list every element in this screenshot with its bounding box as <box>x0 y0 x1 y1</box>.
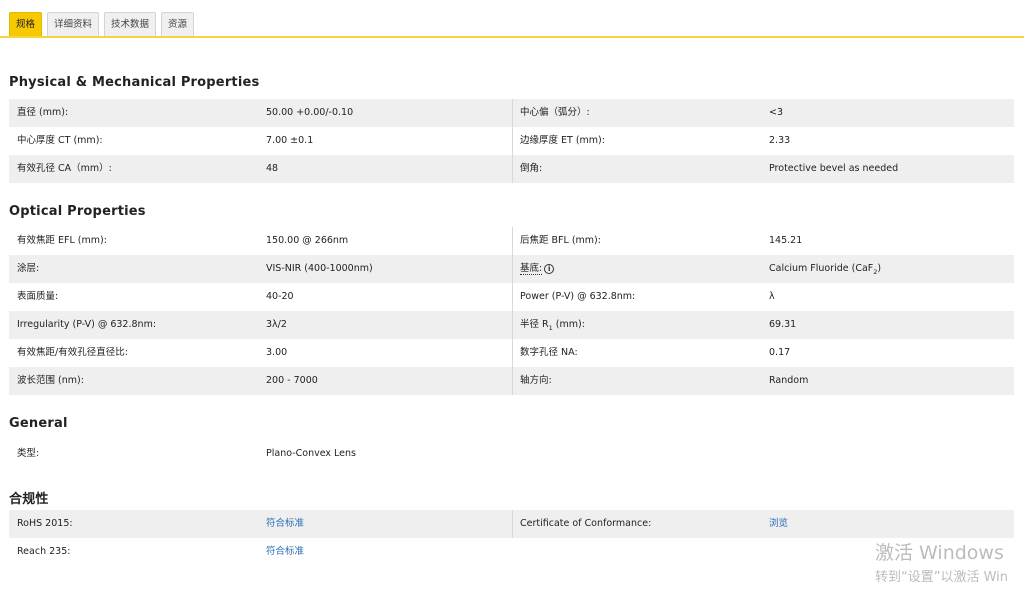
spec-value: Plano-Convex Lens <box>266 448 356 459</box>
certificate-view-link[interactable]: 浏览 <box>769 510 788 538</box>
column-divider <box>512 227 513 255</box>
column-divider <box>512 510 513 538</box>
spec-value: <3 <box>769 107 784 118</box>
spec-label: 有效焦距/有效孔径直径比: <box>17 347 128 358</box>
tab-details[interactable]: 详细资料 <box>47 12 100 36</box>
spec-value: 145.21 <box>769 235 803 246</box>
spec-value: 0.17 <box>769 347 791 358</box>
spec-value: 48 <box>266 163 279 174</box>
column-divider <box>512 283 513 311</box>
spec-value: VIS-NIR (400-1000nm) <box>266 263 373 274</box>
radius-label-end: (mm): <box>552 319 585 330</box>
table-row: Irregularity (P-V) @ 632.8nm: 3λ/2 半径 R1… <box>9 311 1014 339</box>
spec-value: 3λ/2 <box>266 319 287 330</box>
substrate-value-end: ) <box>877 263 882 274</box>
spec-label: Irregularity (P-V) @ 632.8nm: <box>17 319 157 330</box>
tab-specs[interactable]: 规格 <box>9 12 43 36</box>
section-title-compliance: 合规性 <box>9 492 49 507</box>
spec-label: 中心厚度 CT (mm): <box>17 135 103 146</box>
spec-value: 7.00 ±0.1 <box>266 135 314 146</box>
table-row: 直径 (mm): 50.00 +0.00/-0.10 中心偏（弧分）: <3 <box>9 99 1014 127</box>
table-row: 类型: Plano-Convex Lens <box>9 440 1014 468</box>
info-icon[interactable]: i <box>544 263 555 274</box>
column-divider <box>512 127 513 155</box>
column-divider <box>512 155 513 183</box>
spec-label: 直径 (mm): <box>17 107 69 118</box>
spec-value: Random <box>769 375 809 386</box>
table-row: RoHS 2015: 符合标准 Certificate of Conforman… <box>9 510 1014 538</box>
compliance-table: RoHS 2015: 符合标准 Certificate of Conforman… <box>9 510 1014 566</box>
optical-table: 有效焦距 EFL (mm): 150.00 @ 266nm 后焦距 BFL (m… <box>9 227 1014 395</box>
radius-label: 半径 R <box>520 319 549 330</box>
spec-label: 表面质量: <box>17 291 59 302</box>
spec-value: λ <box>769 291 775 302</box>
spec-value: 3.00 <box>266 347 288 358</box>
spec-label: Certificate of Conformance: <box>520 518 652 529</box>
spec-label: 基底: i <box>520 255 555 283</box>
section-title-general: General <box>9 416 68 431</box>
tab-underline <box>0 36 1024 38</box>
spec-label: 涂层: <box>17 263 40 274</box>
spec-value: 200 - 7000 <box>266 375 318 386</box>
spec-label: 类型: <box>17 448 40 459</box>
spec-label: 轴方向: <box>520 375 552 386</box>
general-table: 类型: Plano-Convex Lens <box>9 440 1014 468</box>
spec-label: 边缘厚度 ET (mm): <box>520 135 605 146</box>
table-row: 表面质量: 40-20 Power (P-V) @ 632.8nm: λ <box>9 283 1014 311</box>
windows-activation-hint: 转到“设置”以激活 Win <box>875 570 1009 585</box>
spec-label: 有效孔径 CA（mm）: <box>17 163 112 174</box>
windows-activation-watermark: 激活 Windows <box>875 542 1004 564</box>
tab-resources[interactable]: 资源 <box>161 12 195 36</box>
rohs-compliance-link[interactable]: 符合标准 <box>266 510 304 538</box>
spec-label: 数字孔径 NA: <box>520 347 578 358</box>
section-title-physical: Physical & Mechanical Properties <box>9 75 260 90</box>
spec-label: 后焦距 BFL (mm): <box>520 235 601 246</box>
column-divider <box>512 255 513 283</box>
spec-value: 40-20 <box>266 291 294 302</box>
column-divider <box>512 99 513 127</box>
table-row: 中心厚度 CT (mm): 7.00 ±0.1 边缘厚度 ET (mm): 2.… <box>9 127 1014 155</box>
spec-value: Protective bevel as needed <box>769 163 899 174</box>
spec-value: Calcium Fluoride (CaF2) <box>769 255 881 283</box>
spec-label: 半径 R1 (mm): <box>520 311 585 339</box>
substrate-label: 基底: <box>520 263 543 275</box>
spec-value: 50.00 +0.00/-0.10 <box>266 107 354 118</box>
substrate-value: Calcium Fluoride (CaF <box>769 263 874 274</box>
table-row: 有效孔径 CA（mm）: 48 倒角: Protective bevel as … <box>9 155 1014 183</box>
physical-table: 直径 (mm): 50.00 +0.00/-0.10 中心偏（弧分）: <3 中… <box>9 99 1014 183</box>
table-row: 波长范围 (nm): 200 - 7000 轴方向: Random <box>9 367 1014 395</box>
spec-label: Reach 235: <box>17 546 71 557</box>
spec-value: 2.33 <box>769 135 791 146</box>
spec-label: 有效焦距 EFL (mm): <box>17 235 107 246</box>
column-divider <box>512 367 513 395</box>
spec-value: 150.00 @ 266nm <box>266 235 349 246</box>
tab-technical-data[interactable]: 技术数据 <box>104 12 157 36</box>
table-row: 有效焦距/有效孔径直径比: 3.00 数字孔径 NA: 0.17 <box>9 339 1014 367</box>
table-row: 有效焦距 EFL (mm): 150.00 @ 266nm 后焦距 BFL (m… <box>9 227 1014 255</box>
tab-bar: 规格 详细资料 技术数据 资源 <box>9 12 195 37</box>
spec-label: RoHS 2015: <box>17 518 73 529</box>
spec-label: 波长范围 (nm): <box>17 375 84 386</box>
table-row: Reach 235: 符合标准 <box>9 538 1014 566</box>
spec-label: Power (P-V) @ 632.8nm: <box>520 291 636 302</box>
spec-label: 中心偏（弧分）: <box>520 107 590 118</box>
column-divider <box>512 339 513 367</box>
spec-label: 倒角: <box>520 163 543 174</box>
column-divider <box>512 311 513 339</box>
spec-value: 69.31 <box>769 319 797 330</box>
table-row: 涂层: VIS-NIR (400-1000nm) 基底: i Calcium Fl… <box>9 255 1014 283</box>
reach-compliance-link[interactable]: 符合标准 <box>266 538 304 566</box>
section-title-optical: Optical Properties <box>9 204 146 219</box>
